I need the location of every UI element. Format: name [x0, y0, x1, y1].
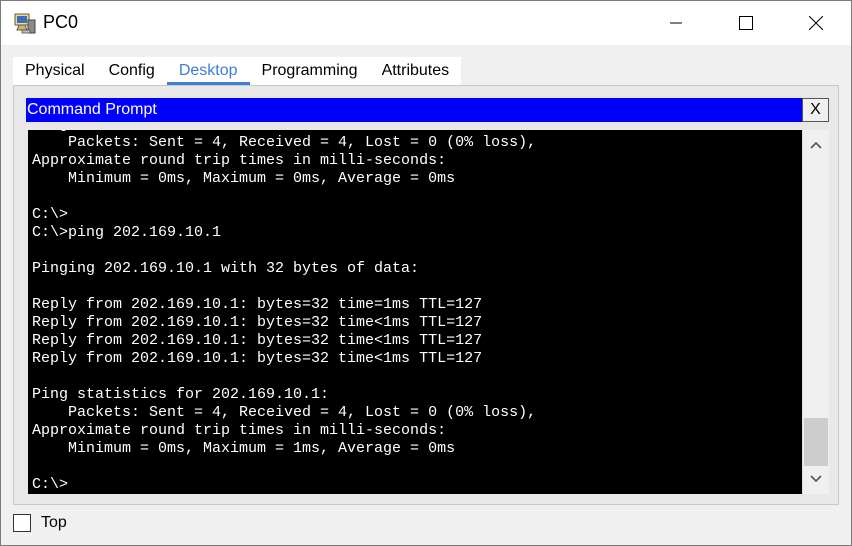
close-button[interactable]: [793, 1, 839, 45]
tab-physical[interactable]: Physical: [13, 57, 97, 85]
pc-monitor-icon: [13, 11, 37, 35]
chevron-up-icon: [810, 136, 822, 154]
close-icon: [809, 16, 823, 30]
terminal-scrollbar[interactable]: [802, 130, 829, 494]
scroll-thumb[interactable]: [804, 418, 828, 466]
top-checkbox[interactable]: [13, 514, 31, 532]
scroll-up-button[interactable]: [803, 132, 829, 158]
minimize-icon: [670, 17, 682, 29]
chevron-down-icon: [810, 470, 822, 488]
top-label: Top: [41, 514, 67, 531]
tab-bar: Physical Config Desktop Programming Attr…: [13, 57, 462, 85]
scroll-down-button[interactable]: [803, 466, 829, 492]
tab-config[interactable]: Config: [97, 57, 167, 85]
maximize-button[interactable]: [723, 1, 769, 45]
tab-desktop[interactable]: Desktop: [166, 57, 250, 85]
command-prompt-close-button[interactable]: X: [802, 98, 829, 122]
command-prompt-title: Command Prompt: [26, 98, 802, 122]
tab-programming[interactable]: Programming: [250, 57, 370, 85]
terminal-output: Ping statistics for 202.169.10.1: Packet…: [32, 130, 537, 493]
title-bar[interactable]: PC0: [1, 1, 851, 45]
app-window: PC0 Physical Config Desktop Programming …: [0, 0, 852, 546]
maximize-icon: [739, 16, 753, 30]
top-option: Top: [13, 514, 67, 532]
window-title: PC0: [43, 12, 79, 32]
tab-attributes[interactable]: Attributes: [370, 57, 462, 85]
minimize-button[interactable]: [653, 1, 699, 45]
desktop-panel: Command Prompt X Ping statistics for 202…: [13, 85, 839, 505]
command-prompt-terminal[interactable]: Ping statistics for 202.169.10.1: Packet…: [28, 130, 802, 494]
